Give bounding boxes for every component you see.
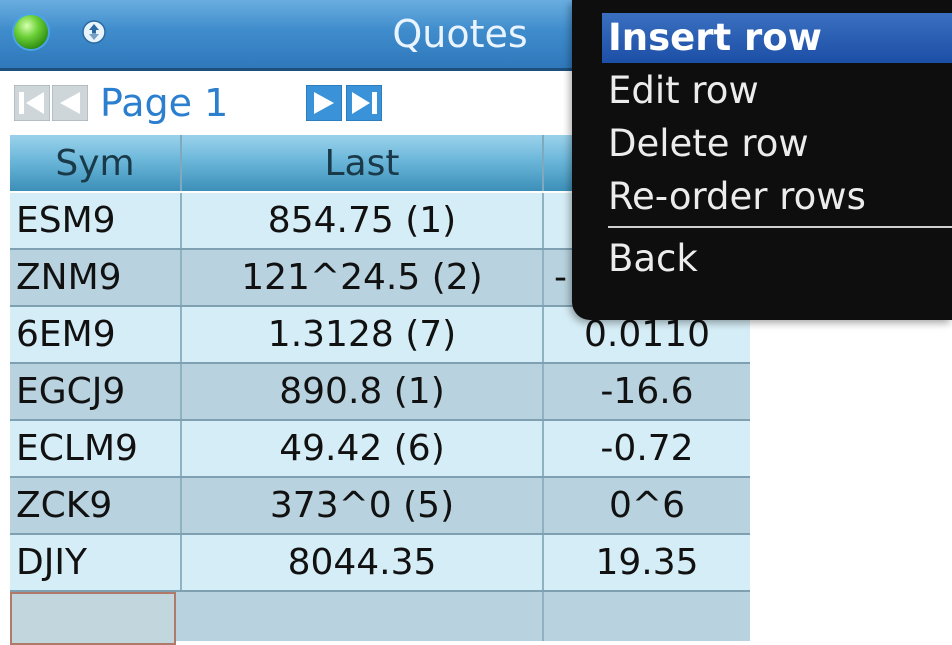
menu-separator [608, 226, 952, 228]
cell-symbol: ZCK9 [10, 478, 182, 533]
cell-change: -16.6 [600, 371, 694, 412]
first-page-icon[interactable] [14, 85, 50, 121]
cell-change: 19.35 [595, 542, 699, 583]
cell-symbol: DJIY [10, 535, 182, 590]
table-row[interactable]: ZCK9 373^0 (5) 0^6 [10, 478, 750, 535]
empty-symbol-cell[interactable] [10, 592, 176, 645]
menu-item-back[interactable]: Back [608, 234, 952, 284]
cell-last: 121^24.5 (2) [182, 250, 544, 305]
context-menu: Insert row Edit row Delete row Re-order … [572, 0, 952, 320]
menu-item-delete-row[interactable]: Delete row [608, 119, 952, 169]
page-label: Page 1 [100, 81, 229, 125]
cell-last: 890.8 (1) [182, 364, 544, 419]
cell-last [182, 592, 544, 641]
column-header-last[interactable]: Last [182, 135, 544, 191]
cell-symbol: 6EM9 [10, 307, 182, 362]
cell-symbol: EGCJ9 [10, 364, 182, 419]
cell-change: 0^6 [609, 485, 685, 526]
menu-item-reorder-rows[interactable]: Re-order rows [608, 172, 952, 222]
table-row[interactable]: EGCJ9 890.8 (1) -16.6 [10, 364, 750, 421]
cell-last: 1.3128 (7) [182, 307, 544, 362]
cell-symbol: ESM9 [10, 193, 182, 248]
status-led-icon [14, 15, 48, 49]
table-row-empty[interactable] [10, 592, 750, 645]
menu-item-insert-row[interactable]: Insert row [602, 13, 952, 63]
column-header-sym[interactable]: Sym [10, 135, 182, 191]
prev-page-icon[interactable] [52, 85, 88, 121]
last-page-icon[interactable] [346, 85, 382, 121]
table-row[interactable]: ECLM9 49.42 (6) -0.72 [10, 421, 750, 478]
table-row[interactable]: DJIY 8044.35 19.35 [10, 535, 750, 592]
menu-item-edit-row[interactable]: Edit row [608, 66, 952, 116]
cell-last: 373^0 (5) [182, 478, 544, 533]
network-icon [82, 20, 106, 44]
cell-change [544, 592, 750, 641]
cell-last: 49.42 (6) [182, 421, 544, 476]
page-title: Quotes [392, 12, 528, 56]
cell-change: -0.72 [600, 428, 694, 469]
cell-symbol: ZNM9 [10, 250, 182, 305]
next-page-icon[interactable] [306, 85, 342, 121]
cell-last: 8044.35 [182, 535, 544, 590]
cell-symbol: ECLM9 [10, 421, 182, 476]
cell-last: 854.75 (1) [182, 193, 544, 248]
